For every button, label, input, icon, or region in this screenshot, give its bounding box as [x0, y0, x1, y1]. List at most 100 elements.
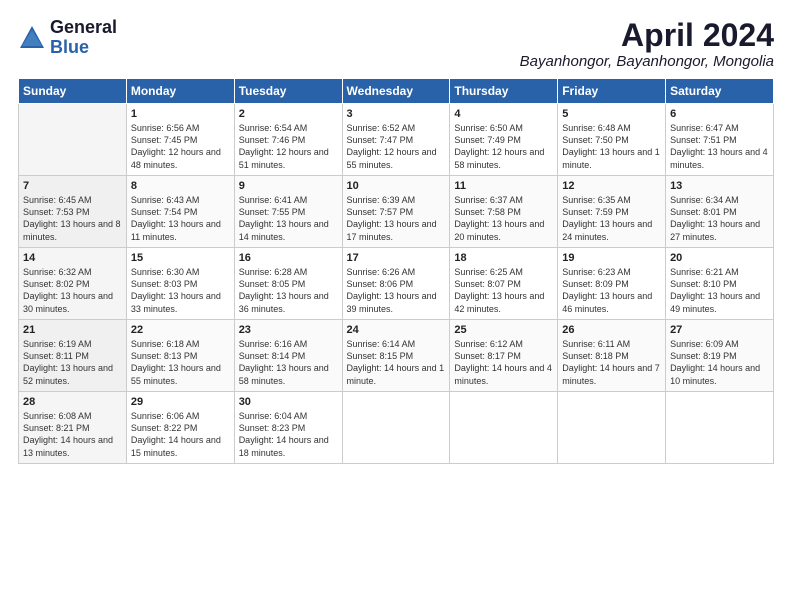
day-number: 9	[239, 180, 338, 192]
cell-content: Sunrise: 6:41 AM Sunset: 7:55 PM Dayligh…	[239, 194, 338, 243]
cell-content: Sunrise: 6:30 AM Sunset: 8:03 PM Dayligh…	[131, 266, 230, 315]
cell-content: Sunrise: 6:06 AM Sunset: 8:22 PM Dayligh…	[131, 410, 230, 459]
day-number: 25	[454, 324, 553, 336]
calendar-cell: 29 Sunrise: 6:06 AM Sunset: 8:22 PM Dayli…	[126, 392, 234, 464]
calendar-cell: 22 Sunrise: 6:18 AM Sunset: 8:13 PM Dayli…	[126, 320, 234, 392]
cell-content: Sunrise: 6:47 AM Sunset: 7:51 PM Dayligh…	[670, 122, 769, 171]
col-monday: Monday	[126, 79, 234, 104]
day-number: 23	[239, 324, 338, 336]
week-row-2: 7Sunrise: 6:45 AM Sunset: 7:53 PM Daylig…	[19, 176, 774, 248]
day-number: 24	[347, 324, 446, 336]
col-thursday: Thursday	[450, 79, 558, 104]
title-block: April 2024 Bayanhongor, Bayanhongor, Mon…	[520, 18, 774, 70]
calendar-cell	[558, 392, 666, 464]
cell-content: Sunrise: 6:04 AM Sunset: 8:23 PM Dayligh…	[239, 410, 338, 459]
cell-content: Sunrise: 6:28 AM Sunset: 8:05 PM Dayligh…	[239, 266, 338, 315]
calendar-cell: 6 Sunrise: 6:47 AM Sunset: 7:51 PM Daylig…	[666, 104, 774, 176]
day-number: 2	[239, 108, 338, 120]
logo-general: General	[50, 18, 117, 38]
col-wednesday: Wednesday	[342, 79, 450, 104]
day-number: 17	[347, 252, 446, 264]
location: Bayanhongor, Bayanhongor, Mongolia	[520, 53, 774, 70]
cell-content: Sunrise: 6:25 AM Sunset: 8:07 PM Dayligh…	[454, 266, 553, 315]
calendar-cell	[666, 392, 774, 464]
header: General Blue April 2024 Bayanhongor, Bay…	[18, 18, 774, 70]
calendar-cell: 17 Sunrise: 6:26 AM Sunset: 8:06 PM Dayli…	[342, 248, 450, 320]
day-number: 6	[670, 108, 769, 120]
cell-content: Sunrise: 6:14 AM Sunset: 8:15 PM Dayligh…	[347, 338, 446, 387]
week-row-3: 14 Sunrise: 6:32 AM Sunset: 8:02 PM Dayli…	[19, 248, 774, 320]
cell-content: Sunrise: 6:11 AM Sunset: 8:18 PM Dayligh…	[562, 338, 661, 387]
calendar-cell	[342, 392, 450, 464]
logo-icon	[18, 24, 46, 52]
day-number: 5	[562, 108, 661, 120]
calendar-cell: 1 Sunrise: 6:56 AM Sunset: 7:45 PM Daylig…	[126, 104, 234, 176]
cell-content: Sunrise: 6:45 AM Sunset: 7:53 PM Dayligh…	[23, 194, 122, 243]
calendar-cell: 9 Sunrise: 6:41 AM Sunset: 7:55 PM Daylig…	[234, 176, 342, 248]
cell-content: Sunrise: 6:54 AM Sunset: 7:46 PM Dayligh…	[239, 122, 338, 171]
cell-content: Sunrise: 6:16 AM Sunset: 8:14 PM Dayligh…	[239, 338, 338, 387]
day-number: 10	[347, 180, 446, 192]
calendar-cell: 11 Sunrise: 6:37 AM Sunset: 7:58 PM Dayli…	[450, 176, 558, 248]
logo-blue: Blue	[50, 38, 117, 58]
logo: General Blue	[18, 18, 117, 58]
week-row-4: 21Sunrise: 6:19 AM Sunset: 8:11 PM Dayli…	[19, 320, 774, 392]
cell-content: Sunrise: 6:21 AM Sunset: 8:10 PM Dayligh…	[670, 266, 769, 315]
day-number: 3	[347, 108, 446, 120]
calendar-cell: 24 Sunrise: 6:14 AM Sunset: 8:15 PM Dayli…	[342, 320, 450, 392]
cell-content: Sunrise: 6:09 AM Sunset: 8:19 PM Dayligh…	[670, 338, 769, 387]
calendar-cell: 26 Sunrise: 6:11 AM Sunset: 8:18 PM Dayli…	[558, 320, 666, 392]
calendar-cell: 10 Sunrise: 6:39 AM Sunset: 7:57 PM Dayli…	[342, 176, 450, 248]
day-number: 15	[131, 252, 230, 264]
calendar-cell: 5 Sunrise: 6:48 AM Sunset: 7:50 PM Daylig…	[558, 104, 666, 176]
calendar-cell: 28 Sunrise: 6:08 AM Sunset: 8:21 PM Dayli…	[19, 392, 127, 464]
cell-content: Sunrise: 6:32 AM Sunset: 8:02 PM Dayligh…	[23, 266, 122, 315]
cell-content: Sunrise: 6:48 AM Sunset: 7:50 PM Dayligh…	[562, 122, 661, 171]
calendar-cell: 27 Sunrise: 6:09 AM Sunset: 8:19 PM Dayli…	[666, 320, 774, 392]
cell-content: Sunrise: 6:39 AM Sunset: 7:57 PM Dayligh…	[347, 194, 446, 243]
cell-content: Sunrise: 6:50 AM Sunset: 7:49 PM Dayligh…	[454, 122, 553, 171]
calendar-cell: 7Sunrise: 6:45 AM Sunset: 7:53 PM Daylig…	[19, 176, 127, 248]
day-number: 19	[562, 252, 661, 264]
day-number: 18	[454, 252, 553, 264]
day-number: 11	[454, 180, 553, 192]
calendar-cell: 13Sunrise: 6:34 AM Sunset: 8:01 PM Dayli…	[666, 176, 774, 248]
day-number: 22	[131, 324, 230, 336]
cell-content: Sunrise: 6:43 AM Sunset: 7:54 PM Dayligh…	[131, 194, 230, 243]
calendar-cell: 18 Sunrise: 6:25 AM Sunset: 8:07 PM Dayli…	[450, 248, 558, 320]
calendar-cell: 12Sunrise: 6:35 AM Sunset: 7:59 PM Dayli…	[558, 176, 666, 248]
calendar-cell: 21Sunrise: 6:19 AM Sunset: 8:11 PM Dayli…	[19, 320, 127, 392]
week-row-5: 28 Sunrise: 6:08 AM Sunset: 8:21 PM Dayli…	[19, 392, 774, 464]
cell-content: Sunrise: 6:08 AM Sunset: 8:21 PM Dayligh…	[23, 410, 122, 459]
day-number: 27	[670, 324, 769, 336]
calendar-cell: 20Sunrise: 6:21 AM Sunset: 8:10 PM Dayli…	[666, 248, 774, 320]
day-number: 29	[131, 396, 230, 408]
calendar-cell: 25 Sunrise: 6:12 AM Sunset: 8:17 PM Dayli…	[450, 320, 558, 392]
cell-content: Sunrise: 6:26 AM Sunset: 8:06 PM Dayligh…	[347, 266, 446, 315]
day-number: 30	[239, 396, 338, 408]
day-number: 26	[562, 324, 661, 336]
calendar-cell: 23 Sunrise: 6:16 AM Sunset: 8:14 PM Dayli…	[234, 320, 342, 392]
cell-content: Sunrise: 6:18 AM Sunset: 8:13 PM Dayligh…	[131, 338, 230, 387]
calendar-table: Sunday Monday Tuesday Wednesday Thursday…	[18, 78, 774, 464]
month-title: April 2024	[520, 18, 774, 53]
calendar-cell: 4 Sunrise: 6:50 AM Sunset: 7:49 PM Daylig…	[450, 104, 558, 176]
cell-content: Sunrise: 6:12 AM Sunset: 8:17 PM Dayligh…	[454, 338, 553, 387]
calendar-cell: 15 Sunrise: 6:30 AM Sunset: 8:03 PM Dayli…	[126, 248, 234, 320]
day-number: 1	[131, 108, 230, 120]
day-number: 4	[454, 108, 553, 120]
cell-content: Sunrise: 6:37 AM Sunset: 7:58 PM Dayligh…	[454, 194, 553, 243]
col-sunday: Sunday	[19, 79, 127, 104]
col-saturday: Saturday	[666, 79, 774, 104]
calendar-cell: 16Sunrise: 6:28 AM Sunset: 8:05 PM Dayli…	[234, 248, 342, 320]
calendar-cell: 3Sunrise: 6:52 AM Sunset: 7:47 PM Daylig…	[342, 104, 450, 176]
col-friday: Friday	[558, 79, 666, 104]
page: General Blue April 2024 Bayanhongor, Bay…	[0, 0, 792, 612]
logo-text: General Blue	[50, 18, 117, 58]
cell-content: Sunrise: 6:56 AM Sunset: 7:45 PM Dayligh…	[131, 122, 230, 171]
calendar-cell: 14 Sunrise: 6:32 AM Sunset: 8:02 PM Dayli…	[19, 248, 127, 320]
week-row-1: 1 Sunrise: 6:56 AM Sunset: 7:45 PM Daylig…	[19, 104, 774, 176]
day-number: 12	[562, 180, 661, 192]
day-number: 14	[23, 252, 122, 264]
day-number: 28	[23, 396, 122, 408]
